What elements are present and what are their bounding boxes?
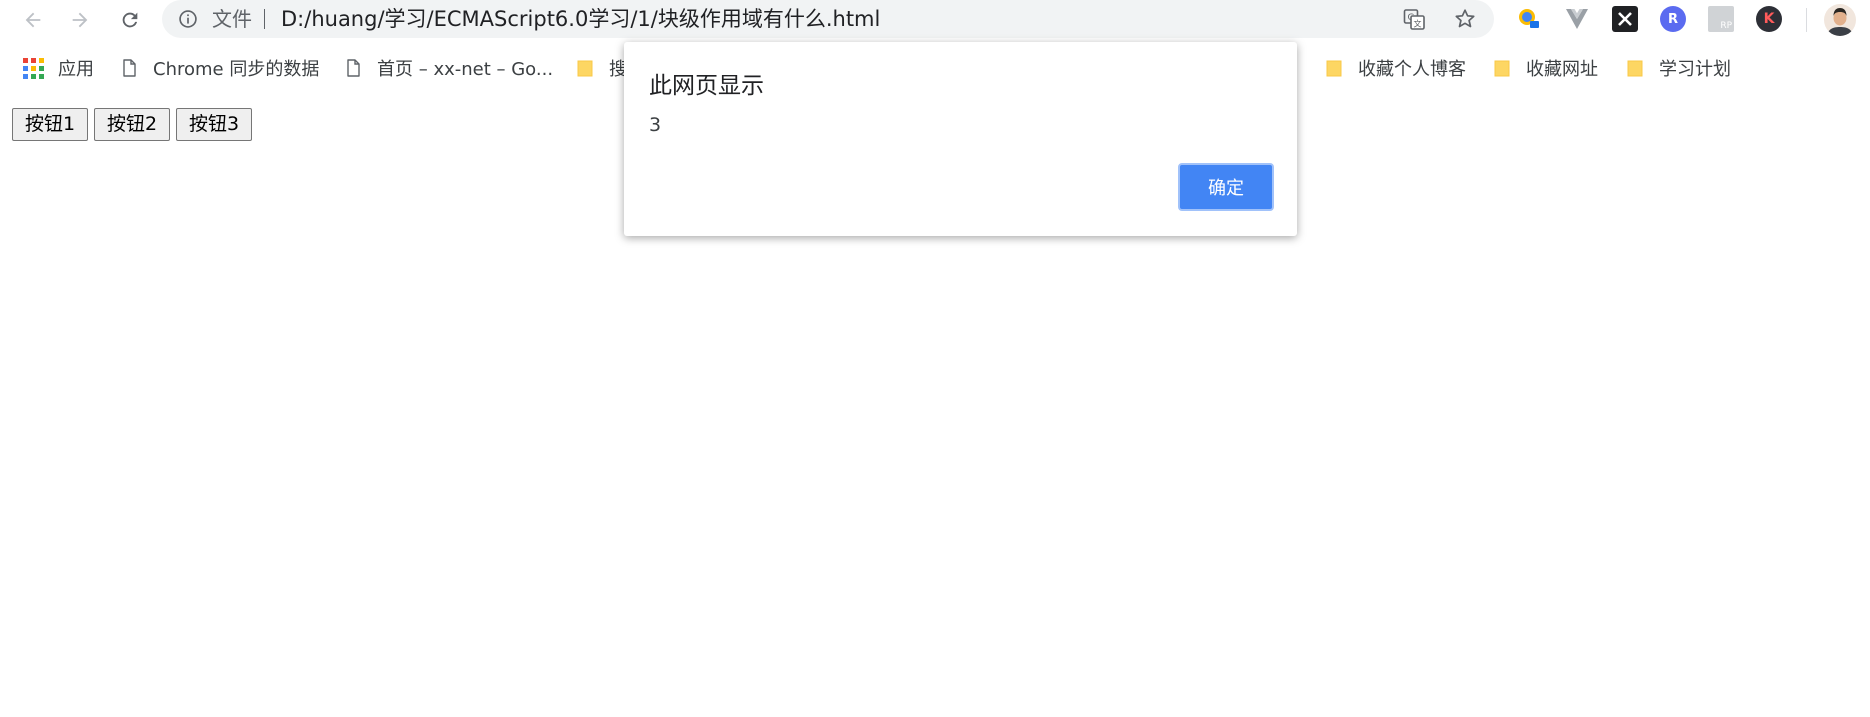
bookmark-folder-blogs[interactable]: 收藏个人博客 [1324,48,1466,88]
star-icon[interactable] [1453,7,1477,31]
browser-toolbar: 文件 D:/huang/学习/ECMAScript6.0学习/1/块级作用域有什… [0,0,1870,40]
bookmark-label: 应用 [58,59,94,80]
x-glyph-icon [1618,12,1632,26]
folder-icon [577,60,593,77]
bookmark-label: 收藏个人博客 [1358,59,1466,80]
bookmark-folder-study-plan[interactable]: 学习计划 [1625,48,1731,88]
ext-x-icon[interactable] [1612,6,1638,32]
page-icon [123,59,136,77]
ext-vue-icon[interactable] [1564,6,1590,32]
bookmark-xx-net[interactable]: 首页 – xx-net – Go... [343,48,553,88]
toolbar-divider [1806,8,1807,32]
folder-icon [1627,60,1643,77]
button-3[interactable]: 按钮3 [176,108,252,141]
arrow-right-icon [72,12,88,28]
bookmark-folder-search[interactable]: 搜 [575,48,627,88]
dialog-message: 3 [649,114,662,136]
folder-icon [1494,60,1510,77]
ext-rp-icon[interactable]: RP [1708,6,1734,32]
ext-r-icon[interactable]: R [1660,6,1686,32]
alert-dialog: 此网页显示 3 确定 [624,42,1297,236]
page-icon [347,59,360,77]
avatar[interactable] [1824,4,1856,36]
reload-button[interactable] [112,2,148,38]
button-1[interactable]: 按钮1 [12,108,88,141]
back-button[interactable] [15,2,51,38]
apps-grid-icon [23,57,44,79]
ok-button[interactable]: 确定 [1178,163,1274,211]
folder-icon [1326,60,1342,77]
info-icon[interactable] [178,9,198,29]
arrow-left-icon [25,12,41,28]
bookmark-label: 学习计划 [1659,59,1731,80]
bookmark-label: Chrome 同步的数据 [153,59,320,80]
button-2[interactable]: 按钮2 [94,108,170,141]
bookmark-folder-sites[interactable]: 收藏网址 [1492,48,1598,88]
profile-avatar-icon [1824,4,1856,36]
dialog-title: 此网页显示 [649,73,764,99]
svg-text:文: 文 [1414,19,1422,29]
address-bar[interactable]: 文件 D:/huang/学习/ECMAScript6.0学习/1/块级作用域有什… [162,0,1494,38]
bookmark-apps[interactable]: 应用 [23,48,94,88]
reload-icon [122,12,138,28]
scheme-label: 文件 [212,7,252,31]
omnibox-divider [264,9,265,29]
bookmark-chrome-sync[interactable]: Chrome 同步的数据 [119,48,319,88]
translate-icon[interactable]: G 文 [1402,7,1426,31]
bookmark-label: 收藏网址 [1526,59,1598,80]
forward-button[interactable] [62,2,98,38]
bookmark-label: 首页 – xx-net – Go... [377,59,554,80]
ext-k-icon[interactable]: K [1756,6,1782,32]
url-text[interactable]: D:/huang/学习/ECMAScript6.0学习/1/块级作用域有什么.h… [281,0,880,38]
ext-map-icon[interactable] [1516,6,1542,32]
